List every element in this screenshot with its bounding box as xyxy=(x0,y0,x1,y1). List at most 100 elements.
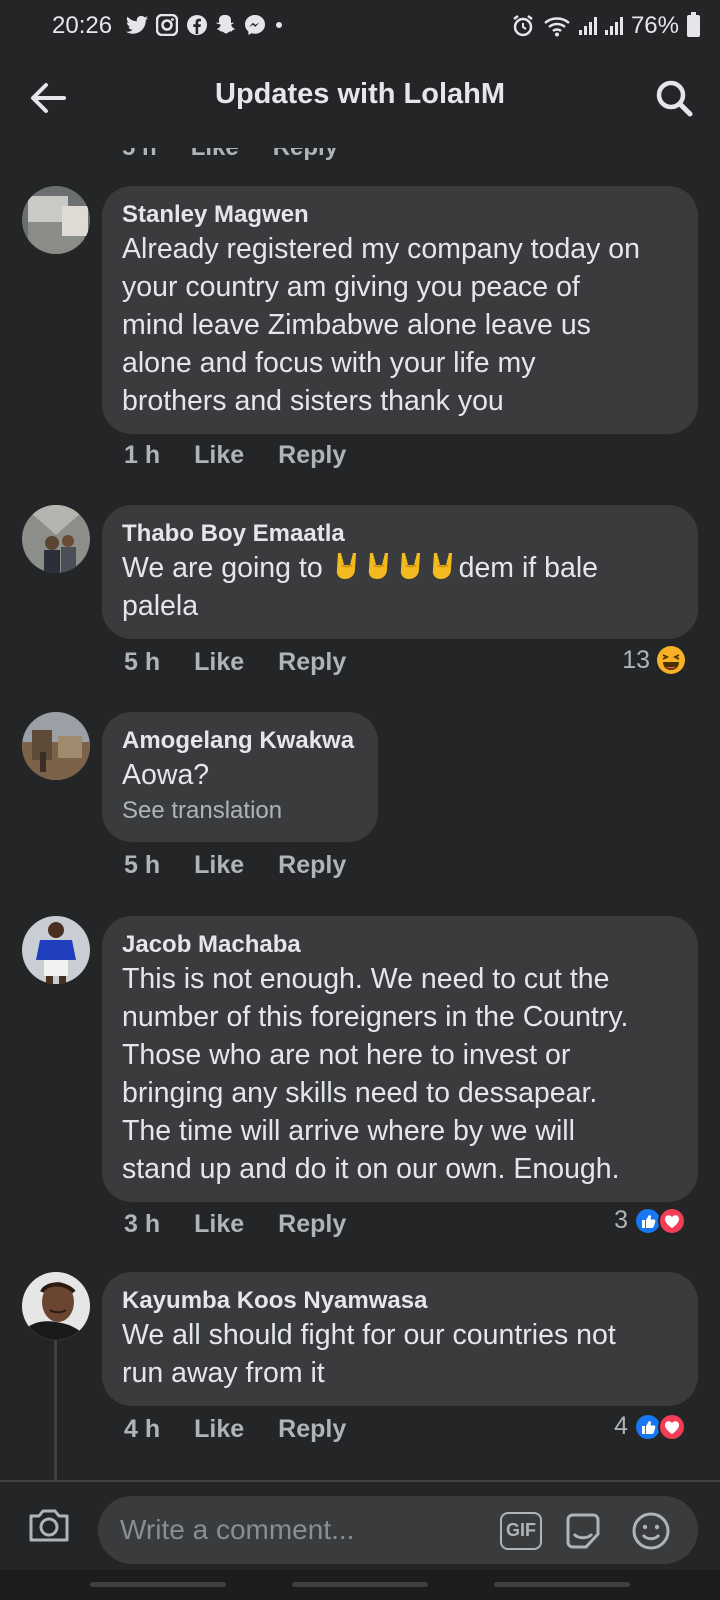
nav-back-indicator[interactable] xyxy=(494,1582,630,1587)
comment-text: Aowa? xyxy=(122,759,210,791)
like-button[interactable]: Like xyxy=(194,1210,244,1239)
like-button[interactable]: Like xyxy=(194,441,244,470)
facebook-icon xyxy=(187,15,207,35)
comment-text-start: We are going to xyxy=(122,552,331,584)
snapchat-icon xyxy=(216,15,236,34)
comment-actions: 3 h Like Reply xyxy=(124,1210,346,1239)
avatar[interactable] xyxy=(22,916,90,984)
comment-author[interactable]: Kayumba Koos Nyamwasa xyxy=(122,1286,678,1316)
comment-author[interactable]: Amogelang Kwakwa xyxy=(122,726,358,756)
gif-button[interactable]: GIF xyxy=(500,1512,542,1550)
status-bar: 20:26 76% xyxy=(0,0,720,52)
reaction-summary[interactable]: 13 xyxy=(622,645,686,675)
avatar-image xyxy=(22,916,90,984)
comment-text: We are going to dem if bale palela xyxy=(122,549,678,625)
comment-actions: 4 h Like Reply xyxy=(124,1415,346,1444)
reaction-summary[interactable]: 3 xyxy=(614,1206,686,1235)
status-time: 20:26 xyxy=(52,12,113,39)
battery-icon xyxy=(687,12,700,37)
signal-strength-2-icon xyxy=(604,17,623,35)
reaction-count: 13 xyxy=(622,645,650,674)
battery-percent: 76% xyxy=(630,12,679,39)
reply-button[interactable]: Reply xyxy=(278,441,346,470)
reply-thread-line xyxy=(54,1340,57,1480)
comment-bubble[interactable]: Kayumba Koos Nyamwasa We all should figh… xyxy=(102,1272,698,1406)
page-title: Updates with LolahM xyxy=(215,78,505,110)
comment-actions: 1 h Like Reply xyxy=(124,441,346,470)
reply-button[interactable]: Reply xyxy=(273,148,338,162)
avatar[interactable] xyxy=(22,505,90,573)
top-app-bar: Updates with LolahM xyxy=(0,52,720,148)
see-translation-link[interactable]: See translation xyxy=(122,794,358,828)
haha-reaction-icon xyxy=(657,646,685,674)
status-app-icons xyxy=(126,14,284,36)
camera-icon xyxy=(29,1509,69,1542)
reply-button[interactable]: Reply xyxy=(278,851,346,880)
sign-of-the-horns-emoji xyxy=(368,553,388,579)
sign-of-the-horns-emoji xyxy=(400,553,420,579)
instagram-icon xyxy=(156,14,178,36)
emoji-button[interactable] xyxy=(630,1510,672,1552)
comment-time: 4 h xyxy=(124,1415,161,1443)
status-indicators: 76% xyxy=(511,12,700,40)
avatar-image xyxy=(22,186,90,254)
reply-button[interactable]: Reply xyxy=(278,1210,346,1239)
nav-home-indicator[interactable] xyxy=(292,1582,428,1587)
comment-author[interactable]: Stanley Magwen xyxy=(122,200,678,230)
emoji-icon xyxy=(632,1512,670,1550)
avatar[interactable] xyxy=(22,1272,90,1340)
previous-comment-actions: 5 h Like Reply xyxy=(122,148,338,162)
reaction-count: 3 xyxy=(614,1206,628,1234)
more-notifications-dot-icon xyxy=(276,22,282,28)
sticker-icon xyxy=(566,1513,600,1549)
search-button[interactable] xyxy=(652,76,696,120)
comments-feed[interactable]: 5 h Like Reply Stanley Magwen Already re… xyxy=(0,148,720,1480)
nav-recents-indicator[interactable] xyxy=(90,1582,226,1587)
twitter-icon xyxy=(126,15,148,34)
comment-text: We all should fight for our countries no… xyxy=(122,1319,616,1389)
reaction-count: 4 xyxy=(614,1412,628,1440)
comment-bubble[interactable]: Jacob Machaba This is not enough. We nee… xyxy=(102,916,698,1202)
comment-time: 5 h xyxy=(124,851,161,879)
wifi-icon xyxy=(544,17,570,37)
system-navigation-bar xyxy=(0,1570,720,1600)
like-button[interactable]: Like xyxy=(194,851,244,880)
avatar-image xyxy=(22,1272,90,1340)
comment-text: Already registered my company today on y… xyxy=(122,233,641,417)
like-button[interactable]: Like xyxy=(194,648,244,677)
comment-time: 5 h xyxy=(124,648,161,676)
comment-input-placeholder: Write a comment... xyxy=(120,1514,355,1545)
camera-button[interactable] xyxy=(26,1502,72,1548)
comment-bubble[interactable]: Thabo Boy Emaatla We are going to dem if… xyxy=(102,505,698,639)
comment-author[interactable]: Thabo Boy Emaatla xyxy=(122,519,678,549)
sign-of-the-horns-emoji xyxy=(432,553,452,579)
comment-time: 3 h xyxy=(124,1210,161,1238)
reply-button[interactable]: Reply xyxy=(278,648,346,677)
love-reaction-icon xyxy=(658,1206,686,1235)
avatar[interactable] xyxy=(22,712,90,780)
sticker-button[interactable] xyxy=(562,1510,604,1552)
comment-text: This is not enough. We need to cut the n… xyxy=(122,963,629,1185)
comment-bubble[interactable]: Stanley Magwen Already registered my com… xyxy=(102,186,698,434)
search-icon xyxy=(656,80,693,117)
messenger-icon xyxy=(245,15,265,35)
comment-input[interactable]: Write a comment... GIF xyxy=(98,1496,698,1564)
like-button[interactable]: Like xyxy=(191,148,239,162)
signal-strength-1-icon xyxy=(578,17,597,35)
avatar-image xyxy=(22,505,90,573)
comment-actions: 5 h Like Reply xyxy=(124,851,346,880)
comment-time: 5 h xyxy=(122,148,157,162)
like-button[interactable]: Like xyxy=(194,1415,244,1444)
reply-button[interactable]: Reply xyxy=(278,1415,346,1444)
avatar-image xyxy=(22,712,90,780)
love-reaction-icon xyxy=(658,1412,686,1441)
alarm-icon xyxy=(513,15,533,37)
reaction-summary[interactable]: 4 xyxy=(614,1412,686,1441)
comment-bubble[interactable]: Amogelang Kwakwa Aowa? See translation xyxy=(102,712,378,842)
comment-author[interactable]: Jacob Machaba xyxy=(122,930,678,960)
comment-actions: 5 h Like Reply xyxy=(124,648,346,677)
comment-composer: Write a comment... GIF xyxy=(0,1480,720,1570)
sign-of-the-horns-emoji xyxy=(336,553,356,579)
comment-time: 1 h xyxy=(124,441,161,469)
avatar[interactable] xyxy=(22,186,90,254)
